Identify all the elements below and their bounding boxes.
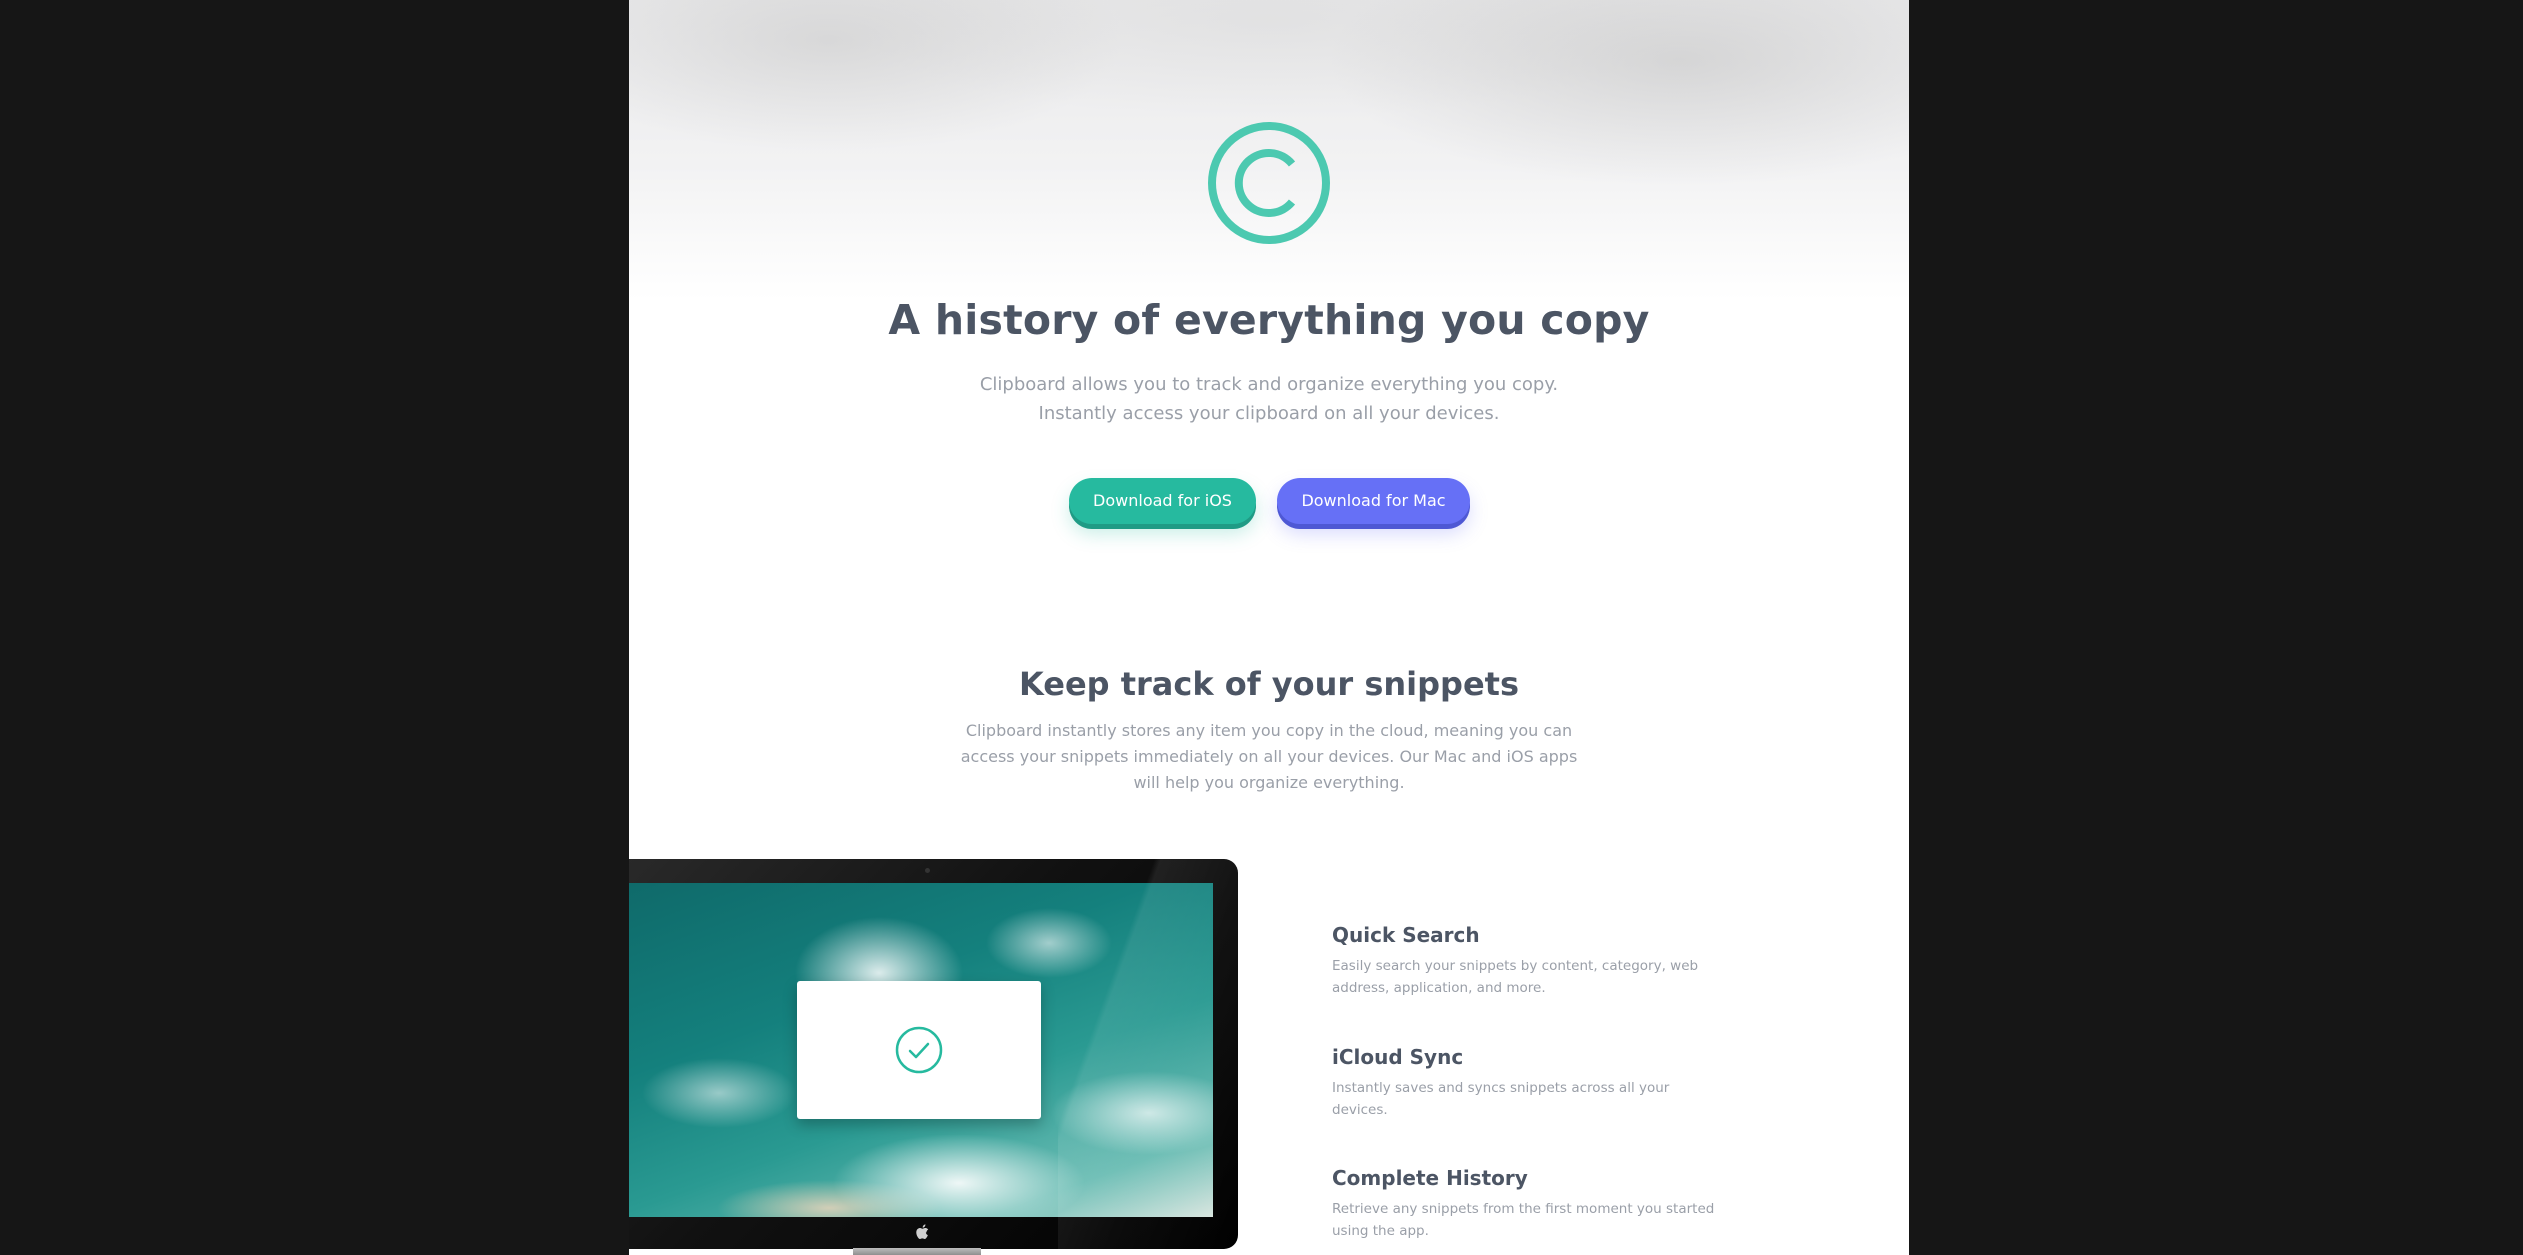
apple-logo-icon [916, 1224, 929, 1239]
hero-subtitle: Clipboard allows you to track and organi… [979, 374, 1559, 424]
download-ios-button[interactable]: Download for iOS [1069, 478, 1256, 524]
feature-description: Retrieve any snippets from the first mom… [1332, 1201, 1715, 1239]
landing-page: A history of everything you copy Clipboa… [629, 0, 1909, 1255]
feature-title: Quick Search [1332, 923, 1480, 947]
feature-icloud-sync: iCloud Sync Instantly saves and syncs sn… [1332, 1045, 1722, 1121]
feature-complete-history: Complete History Retrieve any snippets f… [1332, 1166, 1722, 1242]
feature-title: iCloud Sync [1332, 1045, 1464, 1069]
feature-description: Easily search your snippets by content, … [1332, 958, 1699, 996]
feature-title: Complete History [1332, 1166, 1528, 1190]
download-mac-button[interactable]: Download for Mac [1277, 478, 1470, 524]
snippets-title: Keep track of your snippets [1019, 665, 1519, 703]
feature-description: Instantly saves and syncs snippets acros… [1332, 1080, 1670, 1118]
computer-monitor-image [629, 859, 1238, 1249]
checkmark-circle-icon [895, 1026, 943, 1074]
success-dialog [797, 981, 1041, 1119]
snippets-subtitle: Clipboard instantly stores any item you … [960, 721, 1578, 792]
copyright-logo-icon [1208, 122, 1330, 244]
monitor-stand [853, 1248, 981, 1255]
monitor-glare [1058, 859, 1238, 1249]
hero-title: A history of everything you copy [888, 296, 1650, 344]
feature-quick-search: Quick Search Easily search your snippets… [1332, 923, 1722, 999]
camera-dot [925, 868, 930, 873]
